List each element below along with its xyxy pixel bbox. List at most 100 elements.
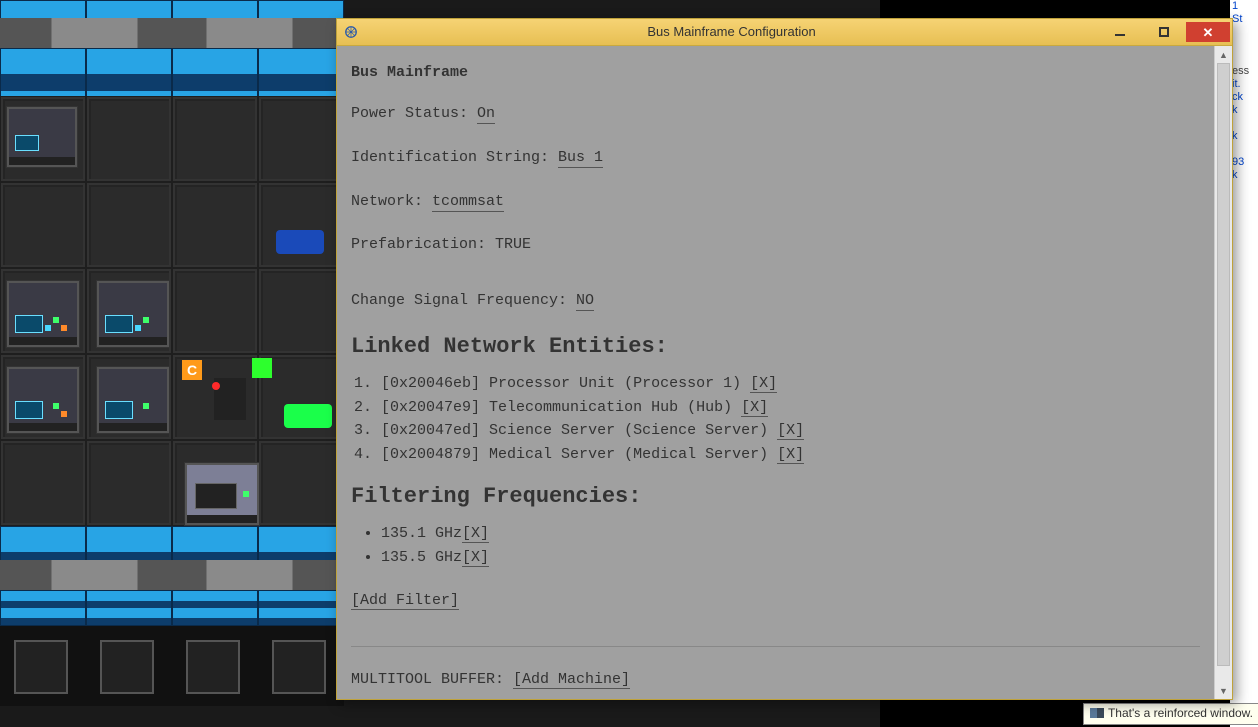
window-controls: ✕ — [1098, 22, 1232, 42]
entity-hex: [0x2004879] — [381, 446, 480, 463]
filter-freq: 135.1 GHz — [381, 525, 462, 542]
floor-tile — [86, 96, 172, 182]
floor-tile — [172, 268, 258, 354]
entity-hex: [0x20047e9] — [381, 399, 480, 416]
minimize-button[interactable] — [1098, 22, 1142, 42]
pipe-tile — [0, 18, 344, 48]
machine-screen — [105, 315, 133, 333]
change-signal-label: Change Signal Frequency: — [351, 292, 576, 309]
floor-tile — [86, 182, 172, 268]
filter-row: 135.5 GHz[X] — [381, 547, 1200, 569]
bus-machine[interactable] — [6, 280, 80, 348]
filter-freq: 135.5 GHz — [381, 549, 462, 566]
vent-tile — [272, 640, 326, 694]
entity-remove-button[interactable]: [X] — [750, 375, 777, 393]
multitool-label: MULTITOOL BUFFER: — [351, 671, 513, 688]
bus-machine[interactable] — [6, 366, 80, 434]
wall-tile — [86, 590, 172, 626]
entity-remove-button[interactable]: [X] — [777, 422, 804, 440]
vent-tile — [14, 640, 68, 694]
hud-line: it. — [1232, 78, 1258, 91]
chat-hud-fragment: 1 St ess it. ck k k 93 k — [1230, 0, 1258, 727]
add-machine-button[interactable]: [Add Machine] — [513, 671, 630, 689]
server-machine[interactable] — [6, 106, 78, 168]
vent-tile — [100, 640, 154, 694]
machine-screen — [15, 135, 39, 151]
config-window: Bus Mainframe Configuration ✕ Bus Mainfr… — [336, 18, 1233, 700]
floor-tile — [258, 182, 344, 268]
change-signal-field: Change Signal Frequency: NO — [351, 290, 1200, 312]
hud-line: ck — [1232, 91, 1258, 104]
prefab-field: Prefabrication: TRUE — [351, 234, 1200, 256]
floor-tile — [258, 440, 344, 526]
wall-tile — [172, 590, 258, 626]
entity-row: [0x20046eb] Processor Unit (Processor 1)… — [381, 373, 1200, 395]
divider — [351, 646, 1200, 647]
entity-desc: Telecommunication Hub (Hub) — [489, 399, 732, 416]
close-button[interactable]: ✕ — [1186, 22, 1230, 42]
hud-line: St — [1232, 13, 1258, 26]
processor-window — [195, 483, 237, 509]
filter-remove-button[interactable]: [X] — [462, 549, 489, 567]
network-value[interactable]: tcommsat — [432, 193, 504, 212]
bus-machine[interactable] — [96, 366, 170, 434]
floor-tile — [258, 96, 344, 182]
examine-tooltip: That's a reinforced window. — [1083, 703, 1258, 725]
led-icon — [135, 325, 141, 331]
scrollbar[interactable]: ▲ ▼ — [1214, 46, 1232, 699]
prefab-value: TRUE — [495, 236, 531, 253]
power-status-field: Power Status: On — [351, 103, 1200, 125]
power-status-toggle[interactable]: On — [477, 105, 495, 124]
id-string-value[interactable]: Bus 1 — [558, 149, 603, 168]
processor-machine[interactable] — [184, 462, 260, 526]
drone-blue-icon[interactable] — [276, 230, 324, 254]
entity-remove-button[interactable]: [X] — [741, 399, 768, 417]
window-titlebar[interactable]: Bus Mainframe Configuration ✕ — [337, 19, 1232, 46]
filter-list: 135.1 GHz[X] 135.5 GHz[X] — [351, 523, 1200, 569]
change-signal-toggle[interactable]: NO — [576, 292, 594, 311]
scroll-thumb[interactable] — [1217, 63, 1230, 666]
hud-line: k — [1232, 130, 1258, 143]
network-label: Network: — [351, 193, 432, 210]
hud-line: k — [1232, 169, 1258, 182]
filter-remove-button[interactable]: [X] — [462, 525, 489, 543]
power-status-label: Power Status: — [351, 105, 477, 122]
entity-desc: Processor Unit (Processor 1) — [489, 375, 741, 392]
led-icon — [53, 317, 59, 323]
entity-remove-button[interactable]: [X] — [777, 446, 804, 464]
led-icon — [143, 317, 149, 323]
entity-row: [0x20047e9] Telecommunication Hub (Hub) … — [381, 397, 1200, 419]
led-icon — [45, 325, 51, 331]
window-title: Bus Mainframe Configuration — [365, 19, 1098, 45]
entity-row: [0x2004879] Medical Server (Medical Serv… — [381, 444, 1200, 466]
machine-screen — [15, 401, 43, 419]
id-string-label: Identification String: — [351, 149, 558, 166]
floor-tile — [0, 182, 86, 268]
entity-list: [0x20046eb] Processor Unit (Processor 1)… — [351, 373, 1200, 466]
captain-icon: C — [182, 360, 202, 380]
linked-entities-heading: Linked Network Entities: — [351, 334, 1200, 359]
drone-green-icon[interactable] — [284, 404, 332, 428]
tooltip-text: That's a reinforced window. — [1108, 706, 1253, 720]
pipe-tile — [0, 560, 344, 590]
scroll-down-button[interactable]: ▼ — [1215, 682, 1232, 699]
bus-machine[interactable] — [96, 280, 170, 348]
scroll-up-button[interactable]: ▲ — [1215, 46, 1232, 63]
led-icon — [53, 403, 59, 409]
page-title: Bus Mainframe — [351, 64, 1200, 81]
maximize-button[interactable] — [1142, 22, 1186, 42]
led-icon — [243, 491, 249, 497]
entity-row: [0x20047ed] Science Server (Science Serv… — [381, 420, 1200, 442]
hud-line: ess — [1232, 65, 1258, 78]
machine-screen — [15, 315, 43, 333]
machine-screen — [105, 401, 133, 419]
green-marker-icon — [252, 358, 272, 378]
floor-tile — [86, 440, 172, 526]
floor-tile — [172, 96, 258, 182]
entity-hex: [0x20046eb] — [381, 375, 480, 392]
floor-tile — [172, 182, 258, 268]
led-icon — [143, 403, 149, 409]
add-filter-button[interactable]: [Add Filter] — [351, 592, 459, 610]
hud-line: 93 — [1232, 156, 1258, 169]
filter-heading: Filtering Frequencies: — [351, 484, 1200, 509]
